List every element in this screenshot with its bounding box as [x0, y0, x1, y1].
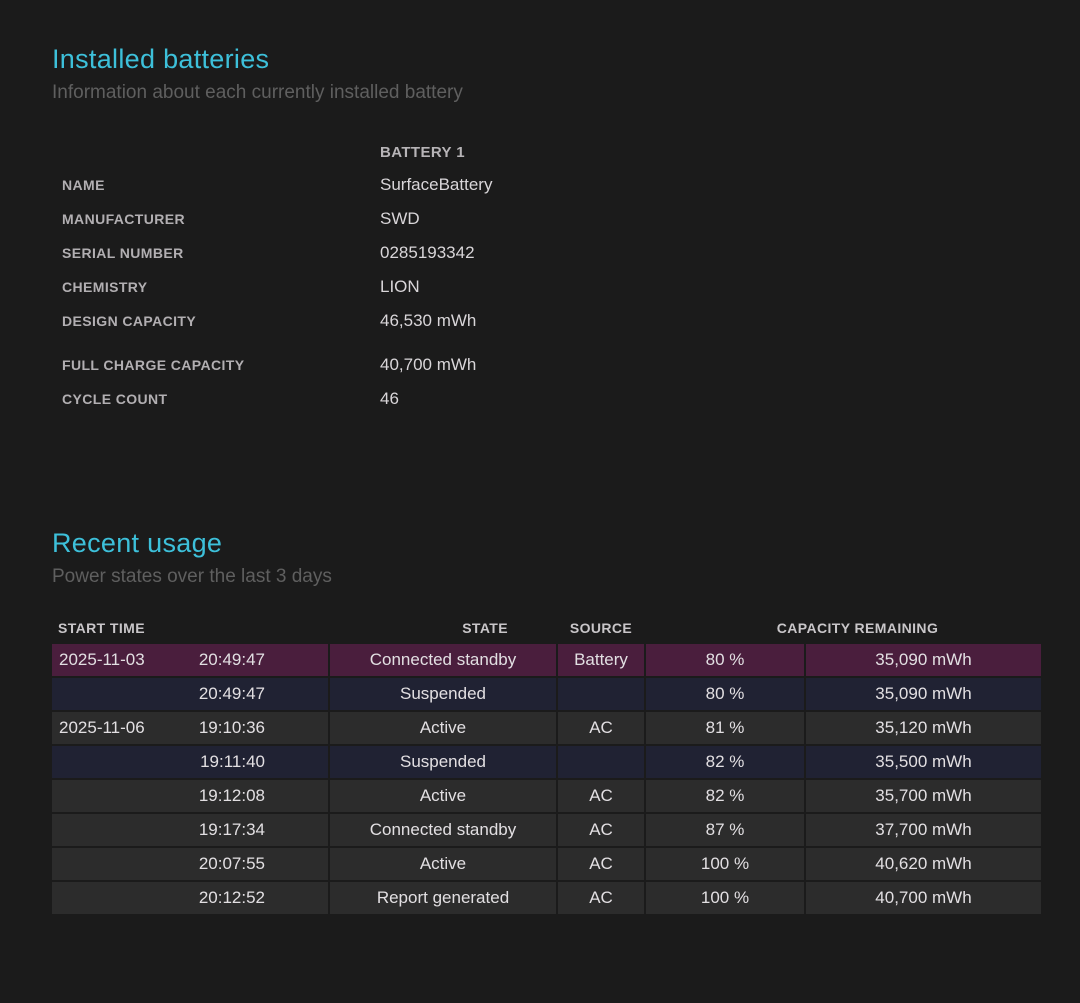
start-time-cell: 20:49:47	[52, 678, 328, 710]
date-text: 2025-11-03	[59, 650, 145, 670]
usage-table-row: 2025-11-06 19:10:36 Active AC 81 % 35,12…	[52, 712, 1041, 744]
state-cell: Active	[330, 712, 556, 744]
source-cell: Battery	[558, 644, 644, 676]
source-cell: AC	[558, 780, 644, 812]
usage-table-row: 19:12:08 Active AC 82 % 35,700 mWh	[52, 780, 1041, 812]
start-time-cell: 2025-11-03 20:49:47	[52, 644, 328, 676]
recent-usage-subtitle: Power states over the last 3 days	[52, 566, 1040, 588]
capacity-mwh-cell: 35,500 mWh	[806, 746, 1041, 778]
battery-field-label: FULL CHARGE CAPACITY	[62, 357, 380, 373]
battery-info-row-chemistry: CHEMISTRY LION	[62, 270, 1040, 304]
state-cell: Connected standby	[330, 644, 556, 676]
usage-table-row: 2025-11-03 20:49:47 Connected standby Ba…	[52, 644, 1041, 676]
battery-info-table: BATTERY 1 NAME SurfaceBattery MANUFACTUR…	[62, 136, 1040, 416]
battery-field-value: 40,700 mWh	[380, 355, 1040, 375]
battery-field-value: 46,530 mWh	[380, 311, 1040, 331]
installed-batteries-subtitle: Information about each currently install…	[52, 82, 1040, 104]
usage-table-row: 19:11:40 Suspended 82 % 35,500 mWh	[52, 746, 1041, 778]
state-cell: Suspended	[330, 746, 556, 778]
battery-field-label: SERIAL NUMBER	[62, 245, 380, 261]
battery-info-row-cycle-count: CYCLE COUNT 46	[62, 382, 1040, 416]
usage-table-header: START TIME STATE SOURCE CAPACITY REMAINI…	[52, 616, 1041, 640]
capacity-mwh-cell: 40,700 mWh	[806, 882, 1041, 914]
recent-usage-section: Recent usage Power states over the last …	[52, 528, 1040, 914]
battery-field-label: CYCLE COUNT	[62, 391, 380, 407]
battery-field-label: DESIGN CAPACITY	[62, 313, 380, 329]
state-cell: Active	[330, 848, 556, 880]
source-cell: AC	[558, 848, 644, 880]
battery-field-label: CHEMISTRY	[62, 279, 380, 295]
capacity-percent-cell: 80 %	[646, 678, 804, 710]
battery-report-page: Installed batteries Information about ea…	[0, 0, 1080, 914]
capacity-mwh-cell: 35,120 mWh	[806, 712, 1041, 744]
time-text: 19:17:34	[199, 820, 265, 840]
start-time-cell: 20:07:55	[52, 848, 328, 880]
battery-info-row-design-capacity: DESIGN CAPACITY 46,530 mWh	[62, 304, 1040, 338]
start-time-cell: 19:12:08	[52, 780, 328, 812]
capacity-mwh-cell: 35,090 mWh	[806, 644, 1041, 676]
time-text: 19:12:08	[199, 786, 265, 806]
source-cell: AC	[558, 814, 644, 846]
battery-info-row-name: NAME SurfaceBattery	[62, 168, 1040, 202]
battery-field-value: SurfaceBattery	[380, 175, 1040, 195]
capacity-percent-cell: 100 %	[646, 882, 804, 914]
recent-usage-table: START TIME STATE SOURCE CAPACITY REMAINI…	[52, 616, 1041, 914]
state-cell: Suspended	[330, 678, 556, 710]
usage-table-row: 20:49:47 Suspended 80 % 35,090 mWh	[52, 678, 1041, 710]
start-time-cell: 19:17:34	[52, 814, 328, 846]
usage-table-row: 20:07:55 Active AC 100 % 40,620 mWh	[52, 848, 1041, 880]
start-time-cell: 20:12:52	[52, 882, 328, 914]
battery-column-header: BATTERY 1	[380, 144, 1040, 161]
start-time-cell: 2025-11-06 19:10:36	[52, 712, 328, 744]
start-time-cell: 19:11:40	[52, 746, 328, 778]
battery-info-row-serial-number: SERIAL NUMBER 0285193342	[62, 236, 1040, 270]
battery-field-value: 46	[380, 389, 1040, 409]
capacity-percent-cell: 81 %	[646, 712, 804, 744]
state-cell: Active	[330, 780, 556, 812]
battery-field-value: 0285193342	[380, 243, 1040, 263]
time-text: 20:49:47	[199, 650, 265, 670]
installed-batteries-title: Installed batteries	[52, 44, 1040, 75]
column-header-start-time: START TIME	[52, 620, 328, 636]
source-cell: AC	[558, 882, 644, 914]
usage-table-row: 19:17:34 Connected standby AC 87 % 37,70…	[52, 814, 1041, 846]
time-text: 20:07:55	[199, 854, 265, 874]
capacity-percent-cell: 80 %	[646, 644, 804, 676]
recent-usage-title: Recent usage	[52, 528, 1040, 559]
time-text: 20:49:47	[199, 684, 265, 704]
column-header-state: STATE	[330, 620, 556, 636]
capacity-percent-cell: 87 %	[646, 814, 804, 846]
time-text: 19:10:36	[199, 718, 265, 738]
battery-info-row-full-charge-capacity: FULL CHARGE CAPACITY 40,700 mWh	[62, 348, 1040, 382]
capacity-percent-cell: 82 %	[646, 746, 804, 778]
source-cell	[558, 746, 644, 778]
capacity-mwh-cell: 35,090 mWh	[806, 678, 1041, 710]
usage-table-row: 20:12:52 Report generated AC 100 % 40,70…	[52, 882, 1041, 914]
capacity-percent-cell: 100 %	[646, 848, 804, 880]
source-cell: AC	[558, 712, 644, 744]
column-header-source: SOURCE	[558, 620, 644, 636]
battery-field-label: NAME	[62, 177, 380, 193]
date-text: 2025-11-06	[59, 718, 145, 738]
capacity-mwh-cell: 40,620 mWh	[806, 848, 1041, 880]
capacity-mwh-cell: 35,700 mWh	[806, 780, 1041, 812]
state-cell: Connected standby	[330, 814, 556, 846]
battery-field-value: SWD	[380, 209, 1040, 229]
column-header-capacity-remaining: CAPACITY REMAINING	[646, 620, 1043, 636]
capacity-mwh-cell: 37,700 mWh	[806, 814, 1041, 846]
battery-column-header-row: BATTERY 1	[62, 136, 1040, 168]
battery-info-row-manufacturer: MANUFACTURER SWD	[62, 202, 1040, 236]
battery-field-value: LION	[380, 277, 1040, 297]
capacity-percent-cell: 82 %	[646, 780, 804, 812]
time-text: 19:11:40	[200, 752, 265, 772]
installed-batteries-section: Installed batteries Information about ea…	[52, 44, 1040, 416]
state-cell: Report generated	[330, 882, 556, 914]
battery-field-label: MANUFACTURER	[62, 211, 380, 227]
time-text: 20:12:52	[199, 888, 265, 908]
source-cell	[558, 678, 644, 710]
